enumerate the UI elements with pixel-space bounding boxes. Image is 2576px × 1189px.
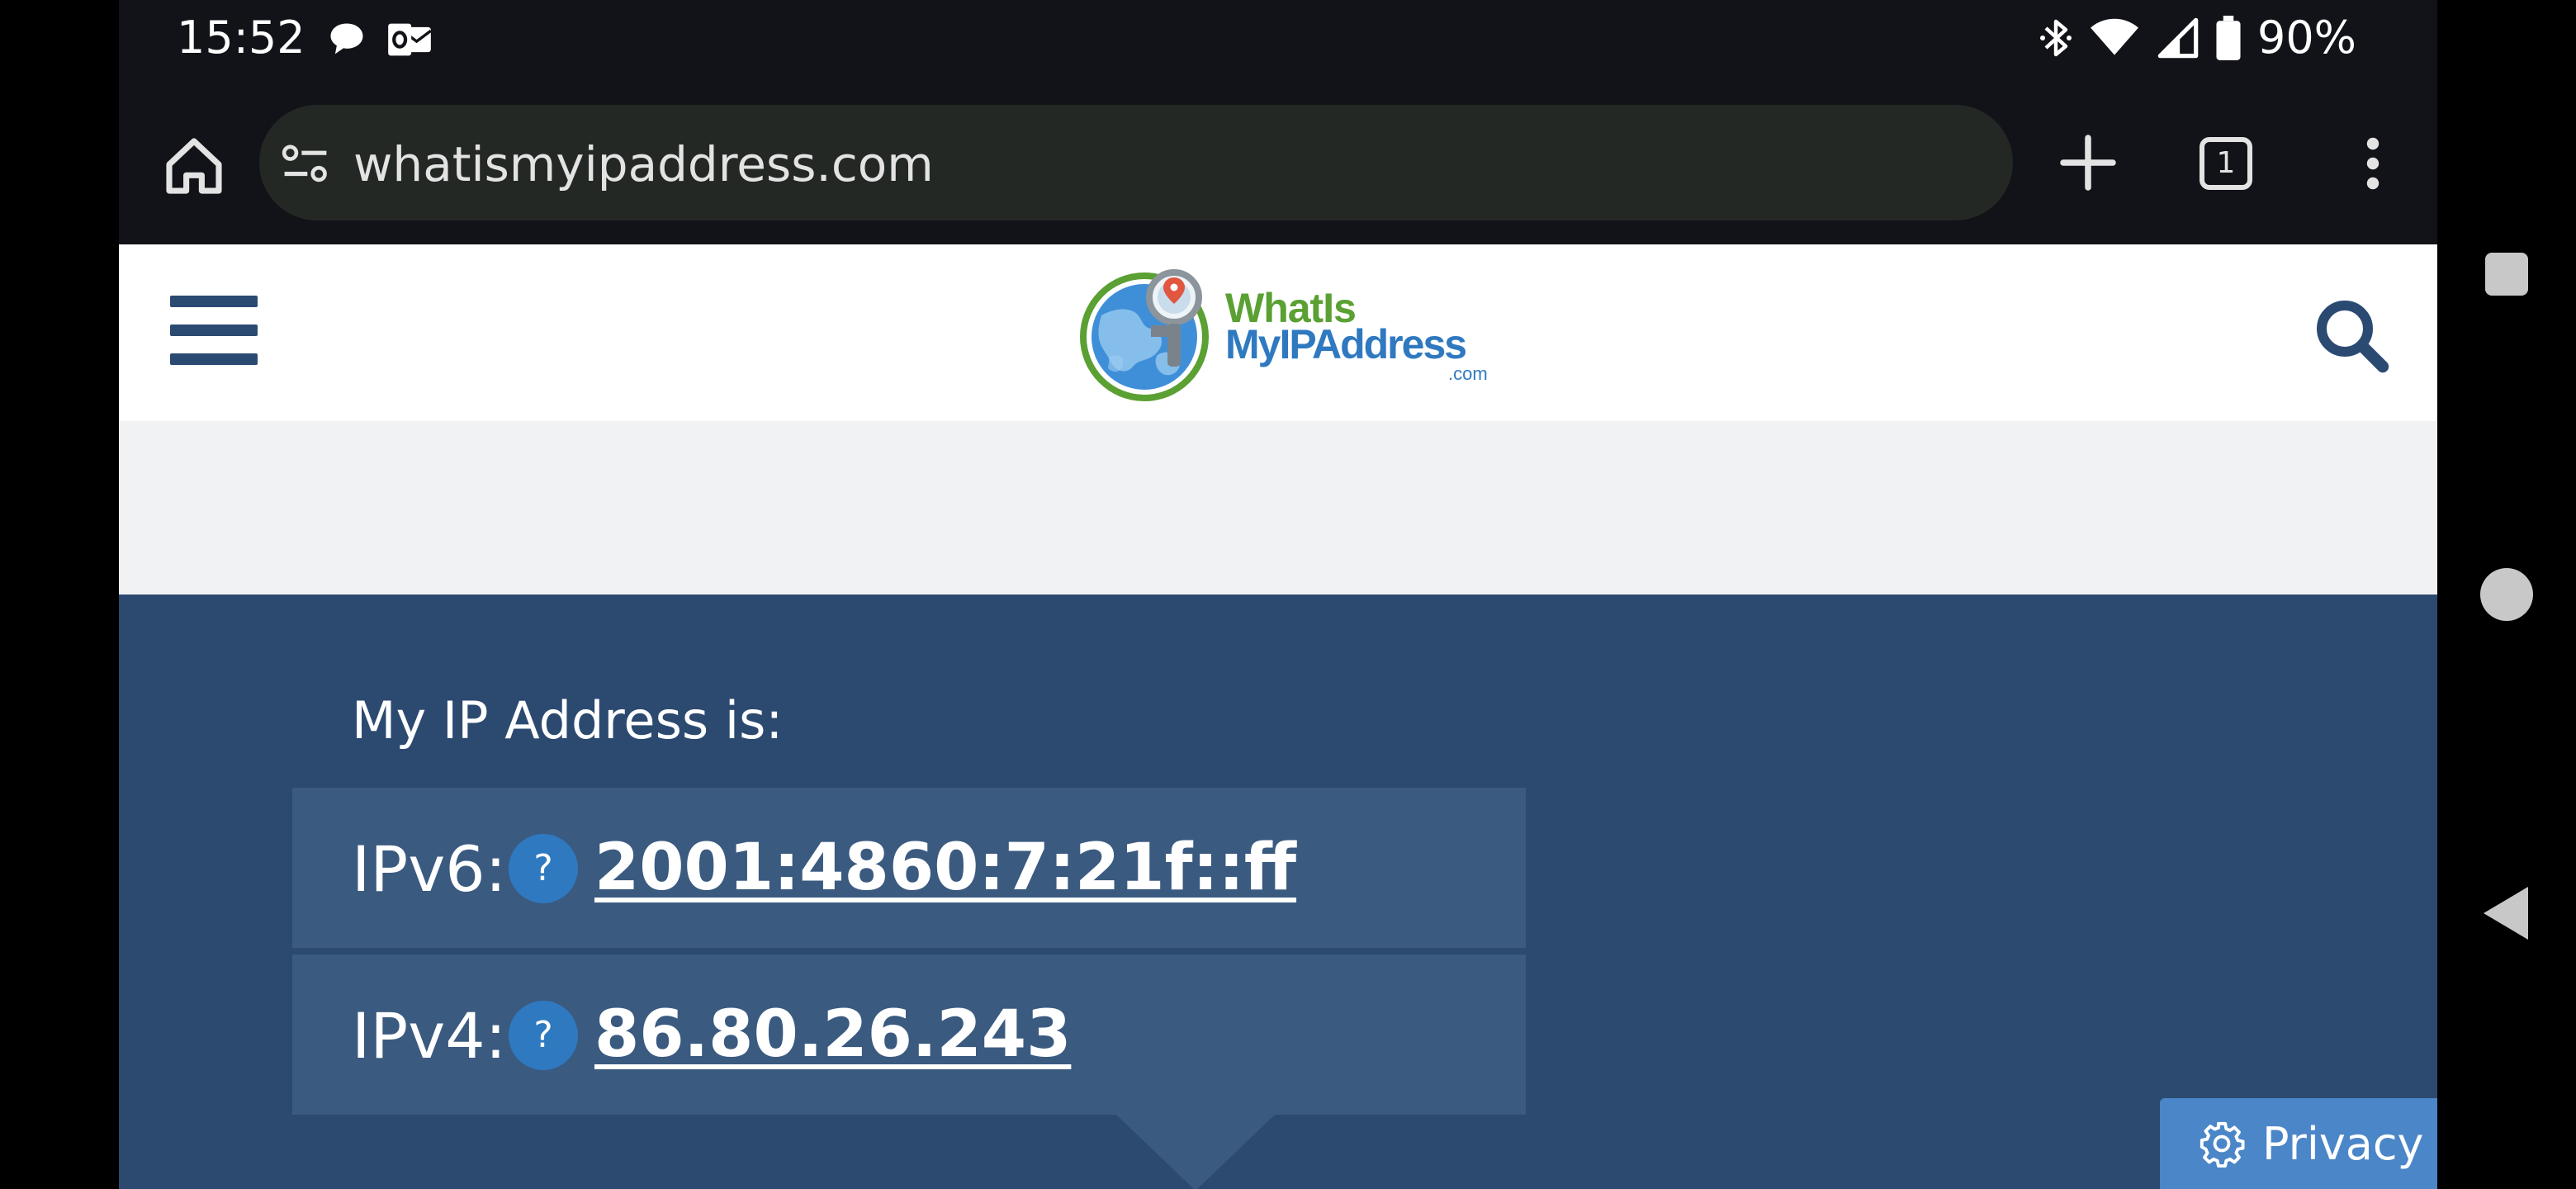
wifi-icon xyxy=(2091,18,2138,55)
ad-placeholder xyxy=(119,421,2437,594)
globe-magnifier-logo-icon xyxy=(1080,269,1209,401)
hamburger-menu-icon[interactable] xyxy=(170,296,258,365)
tune-icon[interactable] xyxy=(281,141,330,187)
search-icon[interactable] xyxy=(2312,296,2391,375)
web-page: WhatIs MyIPAddress .com My IP Address is… xyxy=(119,244,2437,1189)
ipv6-label: IPv6: xyxy=(352,832,507,906)
recents-button[interactable] xyxy=(2485,253,2528,296)
battery-percent: 90% xyxy=(2256,12,2356,64)
gear-icon xyxy=(2200,1121,2245,1168)
privacy-button[interactable]: Privacy xyxy=(2160,1098,2437,1189)
back-button[interactable] xyxy=(2484,887,2528,940)
home-button[interactable] xyxy=(2480,568,2533,621)
status-bar: 15:52 90% xyxy=(119,0,2437,83)
logo-text-dotcom: .com xyxy=(1448,363,1488,384)
status-time: 15:52 xyxy=(177,12,305,64)
android-nav-bar xyxy=(2437,0,2576,1189)
cell-signal-icon xyxy=(2157,17,2199,58)
ipv4-row: IPv4: ? 86.80.26.243 xyxy=(292,955,1526,1115)
plus-icon[interactable] xyxy=(2051,126,2125,200)
more-vert-icon[interactable] xyxy=(2348,134,2398,193)
ipv6-row: IPv6: ? 2001:4860:7:21f::ff xyxy=(292,788,1526,948)
ip-heading: My IP Address is: xyxy=(352,690,784,751)
ipv6-help-icon[interactable]: ? xyxy=(509,834,578,903)
phone-screen: 15:52 90% whatismyipaddress.com 1 WhatIs… xyxy=(119,0,2437,1189)
ipv4-label: IPv4: xyxy=(352,999,507,1073)
privacy-label: Privacy xyxy=(2262,1118,2424,1170)
site-header: WhatIs MyIPAddress .com xyxy=(119,244,2437,421)
home-icon[interactable] xyxy=(157,129,231,203)
tab-switcher-button[interactable]: 1 xyxy=(2200,137,2252,190)
browser-toolbar: whatismyipaddress.com 1 xyxy=(119,83,2437,244)
box-pointer-arrow xyxy=(1116,1115,1275,1189)
ipv4-help-icon[interactable]: ? xyxy=(509,1001,578,1070)
battery-icon xyxy=(2216,15,2241,60)
ipv6-address-link[interactable]: 2001:4860:7:21f::ff xyxy=(594,831,1296,905)
chat-bubble-icon xyxy=(330,23,363,54)
ip-address-section: My IP Address is: IPv6: ? 2001:4860:7:21… xyxy=(119,594,2437,1189)
ipv4-address-link[interactable]: 86.80.26.243 xyxy=(594,997,1071,1072)
url-text[interactable]: whatismyipaddress.com xyxy=(353,136,934,192)
bluetooth-icon xyxy=(2039,19,2072,56)
outlook-icon xyxy=(388,23,432,56)
site-logo[interactable]: WhatIs MyIPAddress .com xyxy=(1077,258,1506,406)
address-bar[interactable]: whatismyipaddress.com xyxy=(259,105,2013,220)
logo-text-myipaddress: MyIPAddress xyxy=(1225,321,1467,367)
